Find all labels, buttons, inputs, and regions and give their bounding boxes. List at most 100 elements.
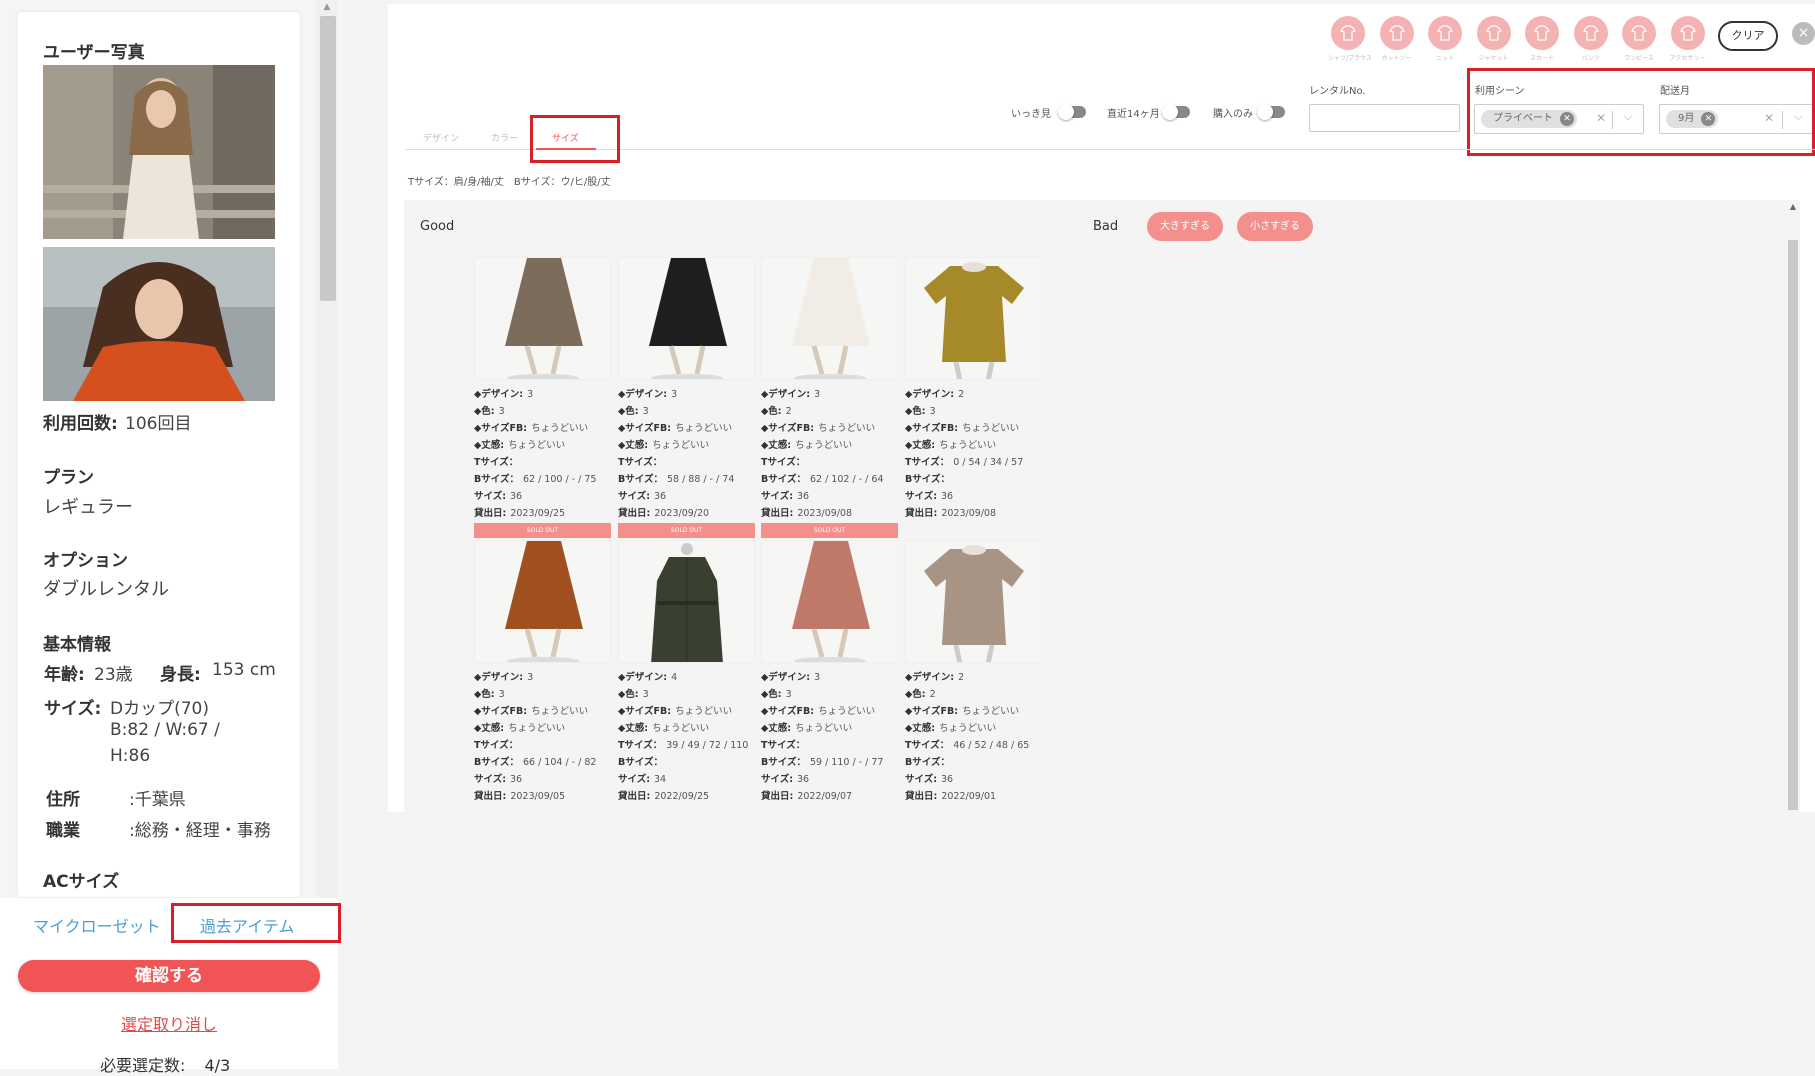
item-image[interactable]: [618, 257, 755, 380]
age-label: 年齢:: [44, 665, 85, 685]
item-field-label: 貸出日:: [474, 791, 507, 802]
category-skirt[interactable]: スカート: [1522, 16, 1562, 62]
item-field-bsize: Bサイズ：: [618, 754, 755, 771]
item-field-color: ◆色: 2: [761, 403, 898, 420]
filter-highlight-box: [1467, 68, 1815, 156]
item-image[interactable]: [905, 540, 1042, 663]
item-field-value: 36: [510, 774, 523, 785]
user-photo-1[interactable]: [43, 65, 275, 239]
item-info: ◆デザイン: 2 ◆色: 2 ◆サイズFB: ちょうどいい ◆丈感: ちょうどいい Tサイズ： 4…: [905, 669, 1042, 805]
sold-out-badge: SOLD OUT: [618, 523, 755, 538]
category-shirt[interactable]: シャツ/ブラウス: [1328, 16, 1372, 62]
item-card[interactable]: ◆デザイン: 3 ◆色: 3 ◆サイズFB: ちょうどいい ◆丈感: ちょうどいい Tサイズ： B…: [474, 257, 611, 522]
category-knit[interactable]: ニット: [1425, 16, 1465, 62]
item-field-value: 2023/09/05: [510, 791, 566, 802]
item-field-shipped: 貸出日: 2022/09/01: [905, 788, 1042, 805]
item-card[interactable]: SOLD OUT ◆デザイン: 3 ◆色: 3 ◆サイズFB: ちょうどいい ◆丈感: ちょうど…: [474, 523, 611, 805]
item-card[interactable]: SOLD OUT ◆デザイン: 3 ◆色: 3 ◆サイズFB: ちょうどいい ◆丈感: ちょうど…: [761, 523, 898, 805]
item-field-size: サイズ: 36: [761, 771, 898, 788]
item-field-feel: ◆丈感: ちょうどいい: [618, 437, 755, 454]
item-field-value: 2: [785, 406, 792, 417]
item-field-color: ◆色: 3: [474, 403, 611, 420]
item-field-shipped: 貸出日: 2023/09/25: [474, 505, 611, 522]
cancel-selection-link[interactable]: 選定取り消し: [0, 1011, 338, 1035]
subtab-color[interactable]: カラー: [491, 131, 518, 144]
item-image[interactable]: [474, 257, 611, 380]
item-field-label: ◆サイズFB:: [474, 423, 528, 434]
item-field-value: 36: [797, 774, 810, 785]
item-card[interactable]: SOLD OUT ◆デザイン: 4 ◆色: 3 ◆サイズFB: ちょうどいい ◆丈感: ちょうど…: [618, 523, 755, 805]
category-label: ジャケット: [1478, 55, 1509, 62]
toggle-ikki[interactable]: [1058, 104, 1086, 120]
item-field-value: 62 / 102 / - / 64: [809, 474, 884, 485]
item-field-value: ちょうどいい: [531, 706, 589, 717]
subtab-design[interactable]: デザイン: [423, 131, 459, 144]
item-field-shipped: 貸出日: 2023/09/08: [905, 505, 1042, 522]
rental-no-input[interactable]: [1309, 104, 1460, 132]
toggle-recent[interactable]: [1162, 104, 1190, 120]
category-dress[interactable]: ワンピース: [1619, 16, 1659, 62]
item-field-value: 58 / 88 / - / 74: [666, 474, 735, 485]
item-field-label: 貸出日:: [905, 508, 938, 519]
item-field-value: 3: [671, 389, 678, 400]
item-field-value: ちょうどいい: [652, 723, 710, 734]
item-field-value: 3: [642, 689, 649, 700]
item-image[interactable]: [474, 540, 611, 663]
too-small-button[interactable]: 小さすぎる: [1237, 212, 1313, 241]
item-field-label: Bサイズ：: [761, 757, 806, 768]
sold-out-badge: SOLD OUT: [474, 523, 611, 538]
item-field-shipped: 貸出日: 2023/09/08: [761, 505, 898, 522]
category-jacket[interactable]: ジャケット: [1474, 16, 1514, 62]
item-field-feel: ◆丈感: ちょうどいい: [761, 720, 898, 737]
clear-button[interactable]: クリア: [1718, 21, 1778, 51]
item-field-value: 2022/09/25: [654, 791, 710, 802]
item-card[interactable]: ◆デザイン: 3 ◆色: 3 ◆サイズFB: ちょうどいい ◆丈感: ちょうどいい Tサイズ： B…: [618, 257, 755, 522]
item-field-shipped: 貸出日: 2023/09/05: [474, 788, 611, 805]
item-field-bsize: Bサイズ： 62 / 102 / - / 64: [761, 471, 898, 488]
item-card[interactable]: ◆デザイン: 3 ◆色: 2 ◆サイズFB: ちょうどいい ◆丈感: ちょうどいい Tサイズ： B…: [761, 257, 898, 522]
item-field-sizefb: ◆サイズFB: ちょうどいい: [761, 420, 898, 437]
item-field-value: 3: [498, 406, 505, 417]
item-field-label: ◆デザイン:: [474, 389, 524, 400]
category-accessory[interactable]: アクセサリー: [1668, 16, 1708, 62]
sidebar-scroll-thumb[interactable]: [320, 16, 336, 301]
item-field-label: Tサイズ：: [761, 457, 806, 468]
item-image[interactable]: [618, 540, 755, 663]
tab-my-closet[interactable]: マイクローゼット: [33, 913, 161, 937]
shirt-icon: [1331, 16, 1365, 50]
address-label: 住所: [46, 790, 80, 810]
close-icon[interactable]: ×: [1792, 22, 1815, 45]
item-info: ◆デザイン: 4 ◆色: 3 ◆サイズFB: ちょうどいい ◆丈感: ちょうどいい Tサイズ： 3…: [618, 669, 755, 805]
too-big-button[interactable]: 大きすぎる: [1147, 212, 1223, 241]
item-field-label: サイズ:: [618, 491, 651, 502]
item-field-feel: ◆丈感: ちょうどいい: [761, 437, 898, 454]
user-photo-2[interactable]: [43, 247, 275, 401]
accessory-icon: [1670, 16, 1705, 50]
item-field-bsize: Bサイズ： 62 / 100 / - / 75: [474, 471, 611, 488]
item-card[interactable]: ◆デザイン: 2 ◆色: 2 ◆サイズFB: ちょうどいい ◆丈感: ちょうどいい Tサイズ： 4…: [905, 540, 1042, 805]
item-image[interactable]: [905, 257, 1042, 380]
jacket-icon: [1476, 16, 1511, 50]
skirt-icon: [1525, 16, 1559, 50]
item-image[interactable]: [761, 540, 898, 663]
toggle-purchase[interactable]: [1257, 104, 1285, 120]
item-field-value: 62 / 100 / - / 75: [522, 474, 597, 485]
item-image[interactable]: [761, 257, 898, 380]
item-field-label: 貸出日:: [618, 508, 651, 519]
grid-scroll-thumb[interactable]: [1788, 240, 1798, 810]
item-field-size: サイズ: 34: [618, 771, 755, 788]
item-field-value: ちょうどいい: [962, 706, 1020, 717]
scroll-up-icon[interactable]: ▲: [320, 2, 334, 12]
item-field-value: 36: [510, 491, 523, 502]
item-field-bsize: Bサイズ： 58 / 88 / - / 74: [618, 471, 755, 488]
item-card[interactable]: ◆デザイン: 2 ◆色: 3 ◆サイズFB: ちょうどいい ◆丈感: ちょうどいい Tサイズ： 0…: [905, 257, 1042, 522]
category-cutsew[interactable]: カットソー: [1377, 16, 1417, 62]
category-pants[interactable]: パンツ: [1571, 16, 1611, 62]
item-field-label: Bサイズ：: [618, 757, 663, 768]
job-value: :総務・経理・事務: [129, 821, 271, 841]
item-field-label: ◆デザイン:: [618, 672, 668, 683]
confirm-button[interactable]: 確認する: [18, 960, 320, 992]
item-field-feel: ◆丈感: ちょうどいい: [474, 437, 611, 454]
item-field-feel: ◆丈感: ちょうどいい: [618, 720, 755, 737]
scroll-up-icon[interactable]: ▲: [1786, 202, 1800, 211]
